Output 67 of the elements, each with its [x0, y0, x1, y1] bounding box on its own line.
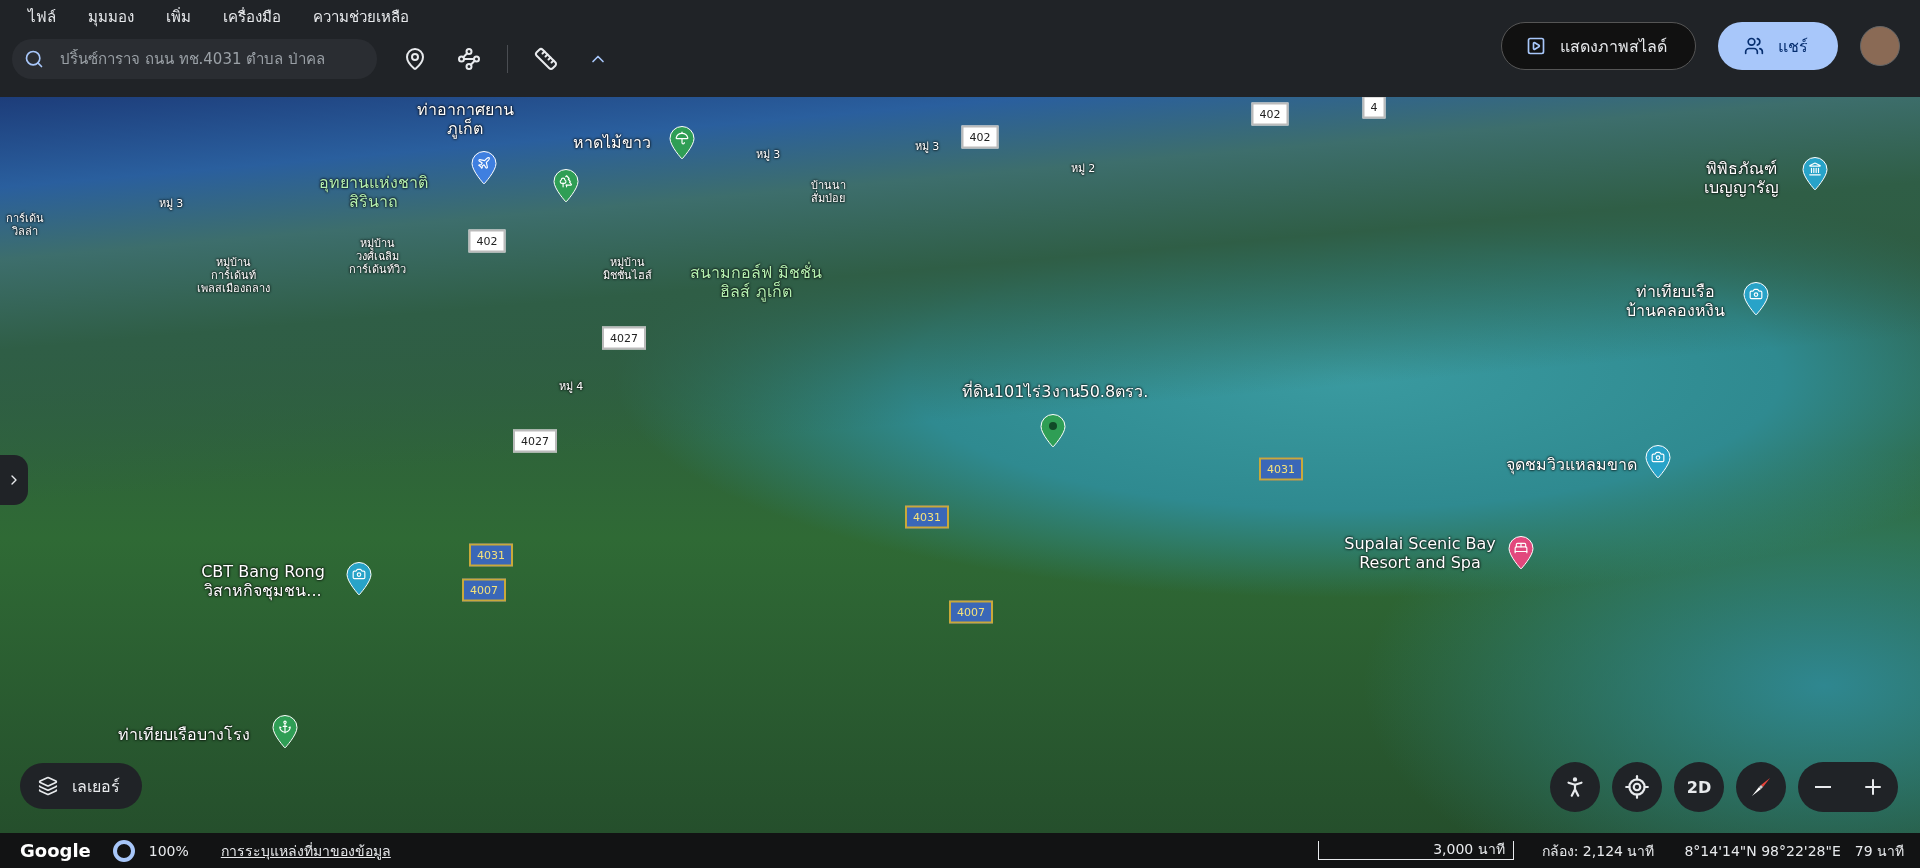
area-label: หมู่บ้าน วงศ์เฉลิม การ์เด้นท์วิว [348, 237, 406, 277]
area-label: หมู่ 2 [1070, 162, 1096, 176]
minus-icon [1815, 786, 1831, 788]
search-input[interactable]: ปริ้นซ์การาจ ถนน ทช.4031 ตำบล ป่าคล [58, 49, 365, 69]
layers-button[interactable]: เลเยอร์ [20, 763, 142, 809]
area-label: หมู่บ้าน มิชชั่นไฮส์ [602, 255, 652, 283]
scale-bar: 3,000 นาที [1317, 841, 1514, 860]
area-label: หมู่ 3 [158, 197, 184, 211]
bed-pin-icon[interactable] [1508, 536, 1534, 570]
expand-panel-button[interactable] [0, 455, 28, 505]
play-icon [1526, 36, 1546, 56]
area-label: สนามกอล์ฟ มิชชั่น ฮิลส์ ภูเก็ต [690, 262, 822, 302]
camera-altitude: กล้อง: 2,124 นาที [1541, 841, 1655, 861]
people-icon [1744, 36, 1764, 56]
elevation: 79 นาที [1854, 841, 1904, 861]
area-label: บ้านนา สั่มป่อย [810, 178, 846, 206]
area-label: หมู่บ้าน การ์เด้นท์ เพลสเมืองถลาง [196, 256, 270, 296]
coordinates: 8°14'14"N 98°22'28"E [1684, 842, 1841, 859]
place-label[interactable]: อุทยานแห่งชาติ สิรินาถ [318, 172, 428, 212]
road-number-sign: 4031 [1259, 457, 1303, 481]
loading-percent: 100% [148, 842, 189, 859]
area-label: หมู่ 3 [914, 140, 940, 154]
road-number-sign: 4 [1362, 97, 1386, 119]
place-label[interactable]: หาดไม้ขาว [573, 133, 651, 153]
road-number-sign: 402 [468, 229, 506, 253]
slideshow-button[interactable]: แสดงภาพสไลด์ [1501, 22, 1696, 70]
menu-item[interactable]: ความช่วยเหลือ [297, 5, 425, 29]
place-label[interactable]: Supalai Scenic Bay Resort and Spa [1344, 533, 1496, 573]
museum-pin-icon[interactable] [1802, 157, 1828, 191]
road-number-sign: 4031 [905, 505, 949, 529]
logo: Google [20, 840, 91, 861]
attribution-link[interactable]: การระบุแหล่งที่มาของข้อมูล [220, 839, 391, 862]
road-number-sign: 4031 [469, 543, 513, 567]
umbrella-pin-icon[interactable] [669, 126, 695, 160]
layers-icon [38, 776, 58, 796]
place-label[interactable]: ที่ดิน101ไร่3งาน50.8ตรว. [961, 382, 1149, 402]
menu-item[interactable]: เพิ่ม [150, 5, 207, 29]
map-pin-icon[interactable] [1040, 414, 1066, 448]
place-label[interactable]: ท่าอากาศยาน ภูเก็ต [416, 99, 514, 139]
camera-pin-icon[interactable] [346, 562, 372, 596]
menu-item[interactable]: เครื่องมือ [207, 5, 297, 29]
camera-pin-icon[interactable] [1743, 282, 1769, 316]
road-number-sign: 4027 [513, 429, 557, 453]
menu-item[interactable]: มุมมอง [72, 5, 150, 29]
tree-pin-icon[interactable] [553, 169, 579, 203]
search-icon [24, 49, 44, 69]
camera-pin-icon[interactable] [1645, 445, 1671, 479]
place-label[interactable]: ท่าเทียบเรือ บ้านคลองหงิน [1625, 281, 1725, 321]
share-button[interactable]: แชร์ [1718, 22, 1838, 70]
place-label[interactable]: พิพิธภัณฑ์ เบญญารัญ [1703, 158, 1779, 198]
avatar-icon[interactable] [1860, 26, 1900, 66]
place-label[interactable]: ท่าเทียบเรือบางโรง [118, 725, 250, 745]
menu-item[interactable]: ไฟล์ [12, 5, 72, 29]
airplane-pin-icon[interactable] [471, 151, 497, 185]
road-number-sign: 402 [961, 125, 999, 149]
loading-ring-icon [112, 839, 135, 862]
road-number-sign: 4007 [949, 600, 993, 624]
area-label: หมู่ 4 [558, 380, 584, 394]
search-field[interactable]: ปริ้นซ์การาจ ถนน ทช.4031 ตำบล ป่าคล [12, 39, 377, 79]
place-label[interactable]: จุดชมวิวแหลมขาด [1505, 455, 1637, 475]
area-label: หมู่ 3 [755, 148, 781, 162]
anchor-pin-icon[interactable] [272, 715, 298, 749]
road-number-sign: 402 [1251, 102, 1289, 126]
road-number-sign: 4007 [462, 578, 506, 602]
place-label[interactable]: CBT Bang Rong วิสาหกิจชุมชน... [201, 561, 325, 601]
road-number-sign: 4027 [602, 326, 646, 350]
area-label: การ์เด้น วิลล่า [6, 211, 44, 239]
